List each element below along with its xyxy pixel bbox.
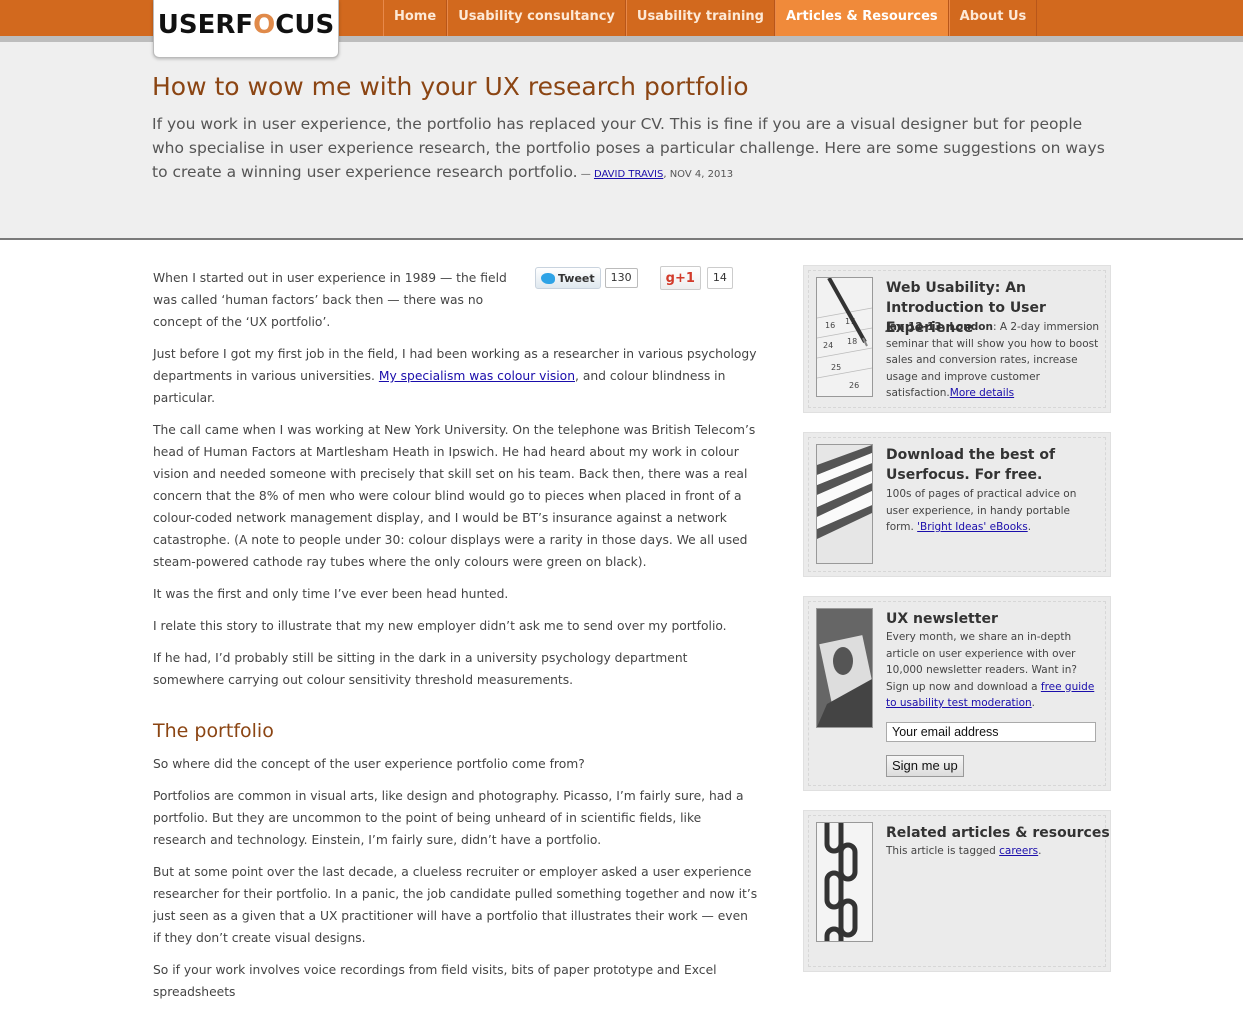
related-title: Related articles & resources: [886, 825, 1110, 841]
byline: — DAVID TRAVIS, NOV 4, 2013: [577, 169, 734, 180]
author-link[interactable]: DAVID TRAVIS: [594, 169, 663, 180]
ebooks-link[interactable]: 'Bright Ideas' eBooks: [917, 521, 1028, 533]
nav-home[interactable]: Home: [383, 0, 448, 36]
svg-text:26: 26: [849, 381, 859, 390]
nav-articles-resources[interactable]: Articles & Resources: [775, 0, 949, 36]
article-paragraph: It was the first and only time I’ve ever…: [153, 587, 509, 601]
publish-date: , NOV 4, 2013: [663, 169, 734, 180]
article-paragraph: But at some point over the last decade, …: [153, 865, 758, 945]
article-paragraph: When I started out in user experience in…: [153, 271, 507, 329]
download-title[interactable]: Download the best of Userfocus. For free…: [886, 445, 1086, 485]
article-paragraph: Portfolios are common in visual arts, li…: [153, 789, 744, 847]
download-description: 100s of pages of practical advice on use…: [886, 488, 1077, 533]
section-heading: The portfolio: [153, 720, 274, 742]
stamp-image: [816, 608, 873, 728]
related-description: This article is tagged careers.: [886, 845, 1042, 857]
article-intro: If you work in user experience, the port…: [152, 112, 1112, 187]
more-details-link[interactable]: More details: [950, 387, 1014, 399]
newsletter-title: UX newsletter: [886, 611, 998, 627]
article-body: When I started out in user experience in…: [153, 267, 758, 1013]
article-paragraph: So where did the concept of the user exp…: [153, 757, 585, 771]
svg-text:18: 18: [847, 337, 857, 346]
main-nav: Home Usability consultancy Usability tra…: [383, 0, 1038, 36]
article-paragraph: I relate this story to illustrate that m…: [153, 619, 727, 633]
page-title: How to wow me with your UX research port…: [152, 72, 749, 101]
svg-text:16: 16: [825, 321, 835, 330]
article-paragraph: The call came when I was working at New …: [153, 423, 756, 569]
calendar-pen-image: 16 17 24 18 25 26: [816, 277, 873, 397]
nav-usability-training[interactable]: Usability training: [625, 0, 775, 36]
nav-usability-consultancy[interactable]: Usability consultancy: [447, 0, 626, 36]
chain-image: [816, 822, 873, 942]
books-image: [816, 444, 873, 564]
svg-text:25: 25: [831, 363, 841, 372]
sign-up-button[interactable]: Sign me up: [886, 755, 964, 777]
related-resources-box: Related articles & resources This articl…: [803, 810, 1111, 972]
article-paragraph: If he had, I’d probably still be sitting…: [153, 651, 688, 687]
logo[interactable]: USERFOCUS: [153, 0, 339, 58]
email-field[interactable]: [886, 722, 1096, 742]
download-promo-box: Download the best of Userfocus. For free…: [803, 432, 1111, 577]
svg-text:24: 24: [823, 341, 833, 350]
careers-tag-link[interactable]: careers: [999, 845, 1038, 857]
course-description: Jan 12-13, London: A 2-day immersion sem…: [886, 321, 1100, 399]
newsletter-box: UX newsletter Every month, we share an i…: [803, 596, 1111, 791]
article-paragraph: Just before I got my first job in the fi…: [153, 347, 757, 405]
course-promo-box: 16 17 24 18 25 26 Web Usability: An Introdu…: [803, 265, 1111, 413]
colour-vision-link[interactable]: My specialism was colour vision: [379, 369, 575, 383]
nav-about-us[interactable]: About Us: [948, 0, 1038, 36]
logo-text: USERFOCUS: [157, 10, 335, 40]
article-paragraph: So if your work involves voice recording…: [153, 963, 717, 999]
newsletter-description: Every month, we share an in-depth articl…: [886, 631, 1095, 709]
